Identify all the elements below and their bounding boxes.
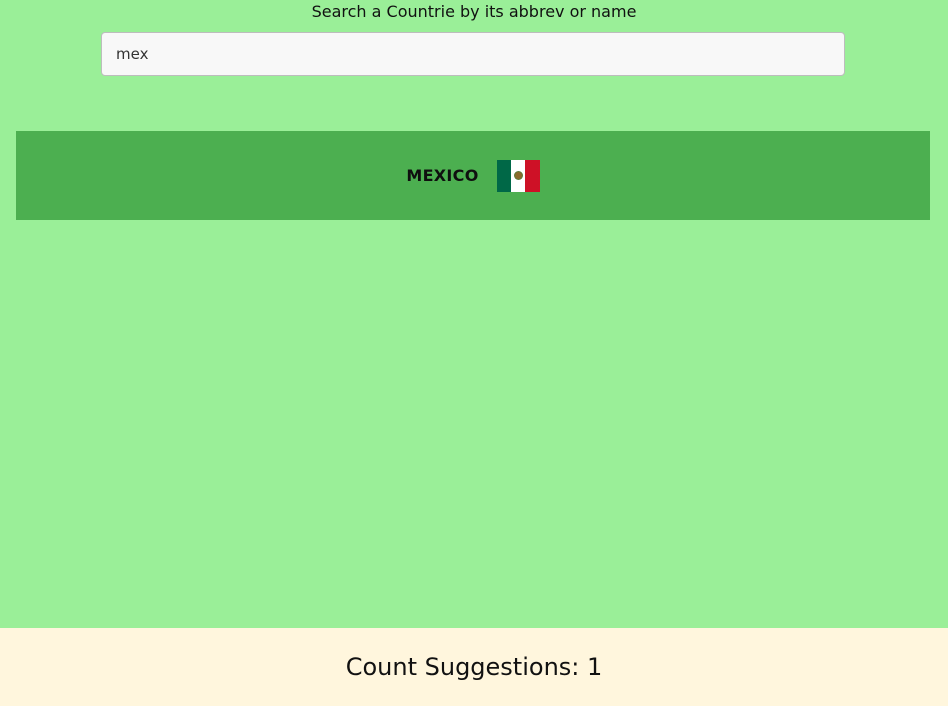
country-name: MEXICO xyxy=(406,166,479,185)
search-label: Search a Countrie by its abbrev or name xyxy=(311,2,637,21)
suggestion-count: Count Suggestions: 1 xyxy=(0,628,948,706)
mexico-flag-icon xyxy=(496,159,540,192)
suggestion-item-mexico[interactable]: MEXICO xyxy=(16,131,930,220)
suggestions-list: MEXICO xyxy=(16,131,930,220)
search-input[interactable] xyxy=(101,32,845,76)
